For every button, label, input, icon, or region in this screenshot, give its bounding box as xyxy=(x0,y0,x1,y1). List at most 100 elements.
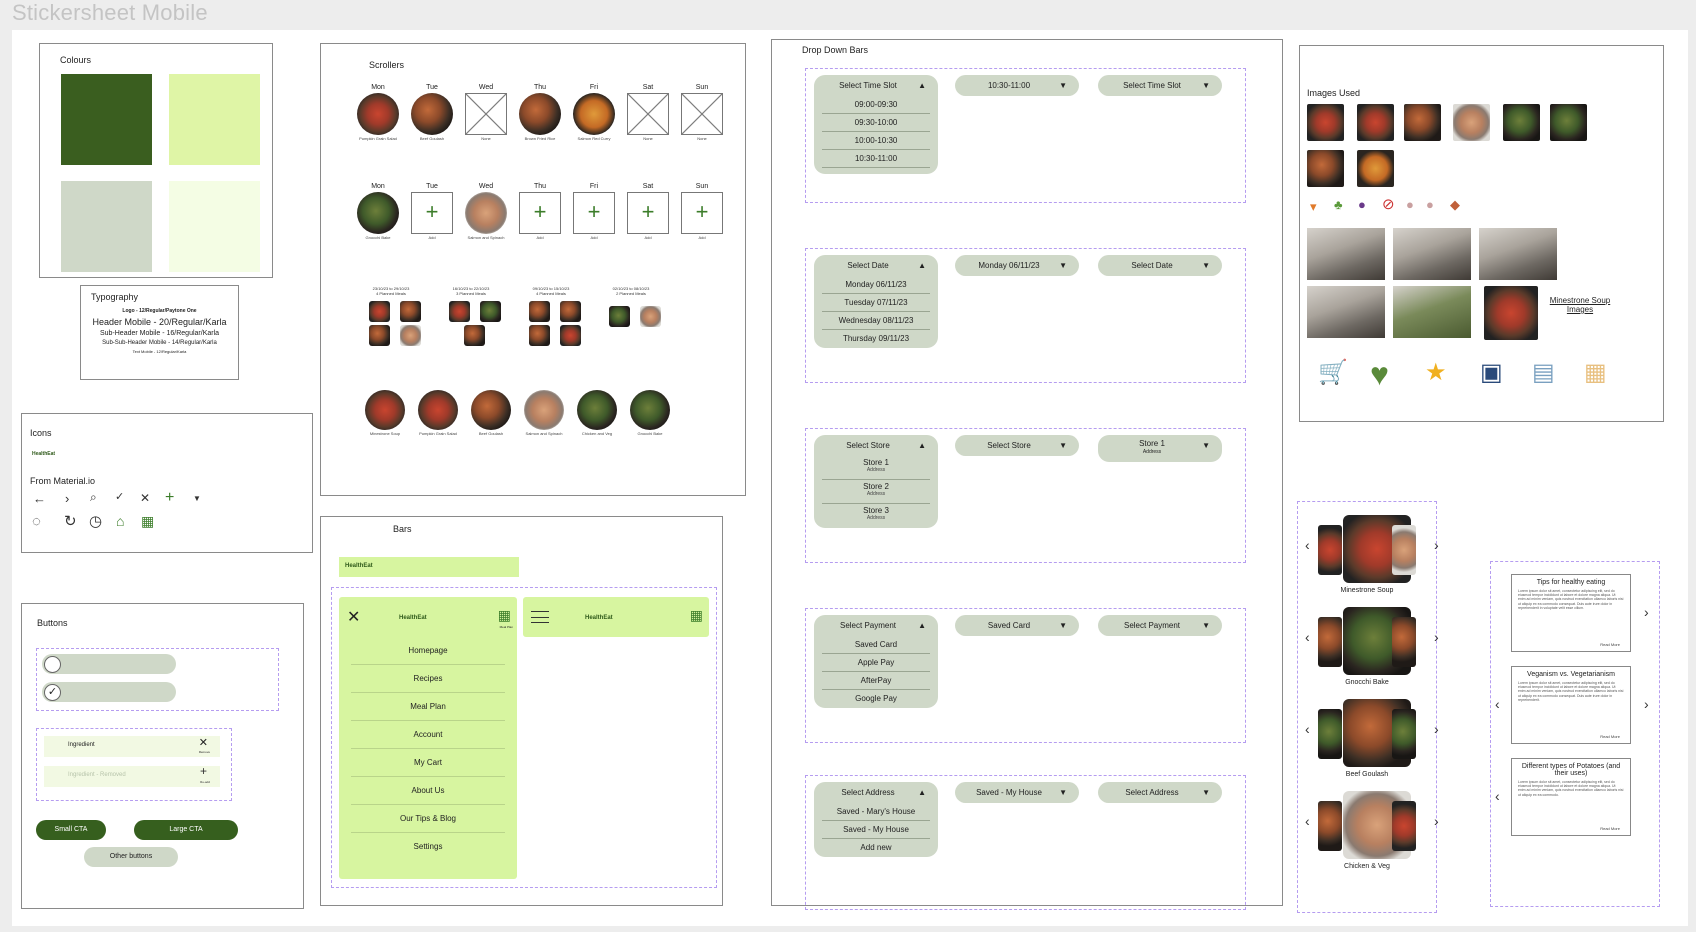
time-slot-dropdown-selected[interactable]: 10:30-11:00 ▼ xyxy=(955,75,1079,96)
payment-dropdown-open[interactable]: Select Payment ▲ Saved Card Apple Pay Aft… xyxy=(814,615,938,708)
scroller2-day-sun[interactable]: Sun + Add xyxy=(681,183,723,240)
dropdown-option[interactable]: AfterPay xyxy=(822,672,930,690)
dropdown-option[interactable]: Saved - Mary's House xyxy=(822,803,930,821)
address-dropdown-selected[interactable]: Saved - My House ▼ xyxy=(955,782,1079,803)
dropdown-option[interactable]: Apple Pay xyxy=(822,654,930,672)
dropdown-option[interactable]: Store 2 Address xyxy=(822,480,930,504)
scroller-day-sat[interactable]: Sat None xyxy=(627,84,669,141)
dropdown-option[interactable]: 09:00-09:30 xyxy=(822,96,930,114)
tip-card[interactable]: Veganism vs. Vegetarianism Lorem ipsum d… xyxy=(1511,666,1631,744)
chevron-left-icon[interactable]: ‹ xyxy=(1305,537,1310,553)
read-more-link[interactable]: Read More xyxy=(1600,734,1620,739)
chevron-right-icon[interactable]: › xyxy=(1644,604,1649,620)
dropdown-option[interactable]: Google Pay xyxy=(822,690,930,708)
scroller-day-wed[interactable]: Wed None xyxy=(465,84,507,141)
scroller2-day-thu[interactable]: Thu + Add xyxy=(519,183,561,240)
dropdown-option[interactable]: Saved Card xyxy=(822,636,930,654)
recipe-card[interactable]: Minestrone Soup xyxy=(365,390,405,436)
date-dropdown-empty[interactable]: Select Date ▼ xyxy=(1098,255,1222,276)
recipe-card[interactable]: Chicken and Veg xyxy=(577,390,617,436)
chevron-right-icon[interactable]: › xyxy=(1434,721,1439,737)
no-meat-icon: ⊘ xyxy=(1382,196,1395,213)
meal-caption: Add xyxy=(590,235,598,240)
toggle-on[interactable]: ✓ xyxy=(42,682,176,702)
dropdown-option[interactable]: 10:30-11:00 xyxy=(822,150,930,168)
scroller-day-thu[interactable]: Thu Brown Fried Rice xyxy=(519,84,561,141)
re-add-icon[interactable]: + xyxy=(200,764,207,778)
date-dropdown-open[interactable]: Select Date ▲ Monday 06/11/23 Tuesday 07/… xyxy=(814,255,938,348)
hamburger-icon[interactable] xyxy=(531,611,549,623)
dropdown-option[interactable]: Store 3 Address xyxy=(822,504,930,528)
store-dropdown-open[interactable]: Select Store ▲ Store 1 Address Store 2 Addr… xyxy=(814,435,938,528)
tip-card[interactable]: Different types of Potatoes (and their u… xyxy=(1511,758,1631,836)
calendar-icon[interactable]: ▦ xyxy=(498,607,511,624)
day-label: Mon xyxy=(371,183,385,190)
scroller-day-sun[interactable]: Sun None xyxy=(681,84,723,141)
chevron-left-icon[interactable]: ‹ xyxy=(1305,721,1310,737)
carousel-side-image xyxy=(1392,617,1416,667)
large-cta-button[interactable]: Large CTA xyxy=(134,820,238,840)
read-more-link[interactable]: Read More xyxy=(1600,642,1620,647)
apple-icon: ◌ xyxy=(32,513,41,530)
dropdown-option[interactable]: 09:30-10:00 xyxy=(822,114,930,132)
address-dropdown-empty[interactable]: Select Address ▼ xyxy=(1098,782,1222,803)
menu-item-about-us[interactable]: About Us xyxy=(351,777,505,805)
store-dropdown-empty[interactable]: Select Store ▼ xyxy=(955,435,1079,456)
menu-item-homepage[interactable]: Homepage xyxy=(351,637,505,665)
chevron-left-icon[interactable]: ‹ xyxy=(1495,788,1500,804)
scroller-day-fri[interactable]: Fri Salmon Red Curry xyxy=(573,84,615,141)
menu-item-my-cart[interactable]: My Cart xyxy=(351,749,505,777)
calendar-icon[interactable]: ▦ xyxy=(690,607,703,624)
chevron-left-icon[interactable]: ‹ xyxy=(1495,696,1500,712)
scroller-day-mon[interactable]: Mon Pumpkin Grain Salad xyxy=(357,84,399,141)
payment-dropdown-selected[interactable]: Saved Card ▼ xyxy=(955,615,1079,636)
time-slot-dropdown-empty[interactable]: Select Time Slot ▼ xyxy=(1098,75,1222,96)
dropdown-option[interactable]: Saved - My House xyxy=(822,821,930,839)
chevron-right-icon[interactable]: › xyxy=(1644,696,1649,712)
menu-item-account[interactable]: Account xyxy=(351,721,505,749)
scroller2-day-wed[interactable]: Wed Salmon and Spinach xyxy=(465,183,507,240)
menu-item-settings[interactable]: Settings xyxy=(351,833,505,861)
scroller2-day-fri[interactable]: Fri + Add xyxy=(573,183,615,240)
broccoli-icon: ♣ xyxy=(1334,197,1343,212)
dropdown-option[interactable]: Wednesday 08/11/23 xyxy=(822,312,930,330)
small-cta-button[interactable]: Small CTA xyxy=(36,820,106,840)
chevron-right-icon[interactable]: › xyxy=(1434,813,1439,829)
toggle-off[interactable] xyxy=(42,654,176,674)
payment-dropdown-empty[interactable]: Select Payment ▼ xyxy=(1098,615,1222,636)
chevron-left-icon[interactable]: ‹ xyxy=(1305,629,1310,645)
menu-item-meal-plan[interactable]: Meal Plan xyxy=(351,693,505,721)
date-dropdown-selected[interactable]: Monday 06/11/23 ▼ xyxy=(955,255,1079,276)
address-dropdown-open[interactable]: Select Address ▲ Saved - Mary's House Sav… xyxy=(814,782,938,857)
remove-icon[interactable]: ✕ xyxy=(199,736,208,749)
scroller2-day-tue[interactable]: Tue + Add xyxy=(411,183,453,240)
chevron-right-icon[interactable]: › xyxy=(1434,537,1439,553)
recipe-card[interactable]: Pumpkin Grain Salad xyxy=(418,390,458,436)
dropdown-option[interactable]: Monday 06/11/23 xyxy=(822,276,930,294)
menu-item-tips-blog[interactable]: Our Tips & Blog xyxy=(351,805,505,833)
planned-week[interactable]: 02/10/23 to 08/10/23 2 Planned Meals xyxy=(601,286,661,296)
read-more-link[interactable]: Read More xyxy=(1600,826,1620,831)
planned-week[interactable]: 23/10/23 to 29/10/23 4 Planned Meals xyxy=(361,286,421,296)
chevron-left-icon[interactable]: ‹ xyxy=(1305,813,1310,829)
recipe-card[interactable]: Salmon and Spinach xyxy=(524,390,564,436)
scroller2-day-sat[interactable]: Sat + Add xyxy=(627,183,669,240)
chevron-right-icon[interactable]: › xyxy=(1434,629,1439,645)
other-button[interactable]: Other buttons xyxy=(84,847,178,867)
dropdown-option[interactable]: 10:00-10:30 xyxy=(822,132,930,150)
planned-week[interactable]: 16/10/23 to 22/10/23 3 Planned Meals xyxy=(441,286,501,296)
tip-card[interactable]: Tips for healthy eating Lorem ipsum dolo… xyxy=(1511,574,1631,652)
time-slot-dropdown-open[interactable]: Select Time Slot ▲ 09:00-09:30 09:30-10:0… xyxy=(814,75,938,174)
menu-item-recipes[interactable]: Recipes xyxy=(351,665,505,693)
store-dropdown-selected[interactable]: Store 1 Address ▼ xyxy=(1098,435,1222,462)
dropdown-option[interactable]: Store 1 Address xyxy=(822,456,930,480)
dropdown-option[interactable]: Thursday 09/11/23 xyxy=(822,330,930,348)
close-icon[interactable]: ✕ xyxy=(347,607,360,627)
planned-week[interactable]: 09/10/23 to 15/10/23 4 Planned Meals xyxy=(521,286,581,296)
dropdown-option[interactable]: Tuesday 07/11/23 xyxy=(822,294,930,312)
scroller-day-tue[interactable]: Tue Beef Goulash xyxy=(411,84,453,141)
recipe-card[interactable]: Gnocchi Bake xyxy=(630,390,670,436)
scroller2-day-mon[interactable]: Mon Gnocchi Bake xyxy=(357,183,399,240)
recipe-card[interactable]: Beef Goulash xyxy=(471,390,511,436)
dropdown-option[interactable]: Add new xyxy=(822,839,930,857)
